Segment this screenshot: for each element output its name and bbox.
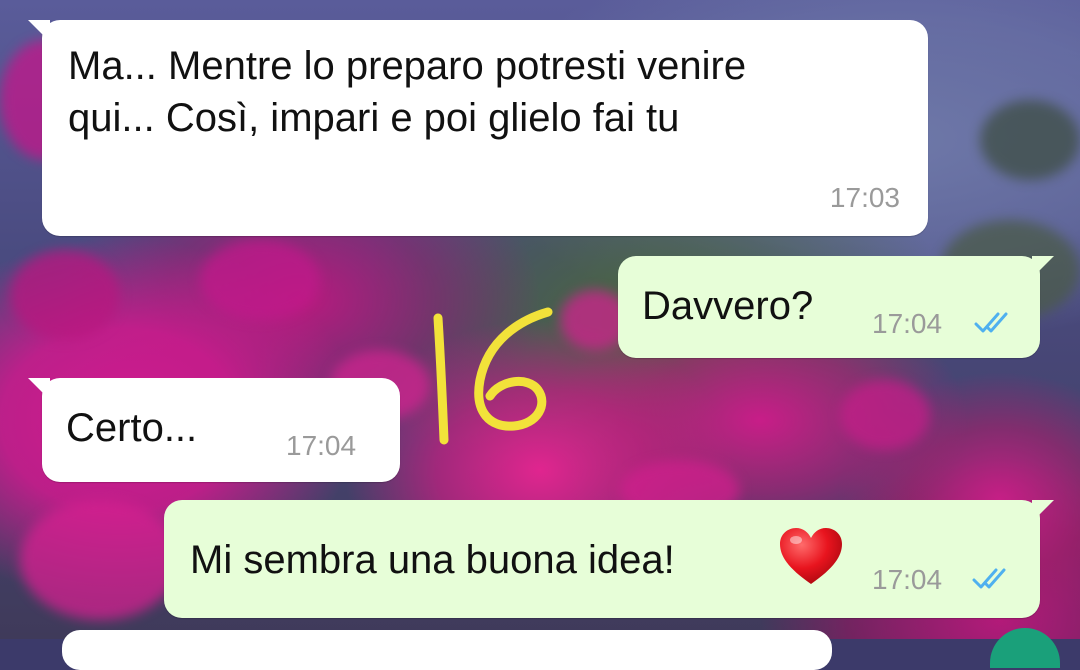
message-timestamp: 17:04	[286, 430, 357, 461]
double-check-read-icon	[972, 568, 1006, 589]
message-text: Davvero?	[642, 284, 814, 328]
message-bubble-incoming[interactable]: Ma... Mentre lo preparo potresti venire …	[28, 20, 928, 236]
heart-emoji-icon	[780, 528, 842, 584]
message-bubble-outgoing[interactable]: Mi sembra una buona idea! 17:04	[164, 500, 1054, 618]
handwritten-number-overlay	[433, 307, 553, 445]
message-text: Ma... Mentre lo preparo potresti venire …	[68, 44, 747, 140]
message-text: Certo...	[66, 406, 198, 450]
message-timestamp: 17:04	[872, 308, 943, 339]
message-bubble-outgoing[interactable]: Davvero? 17:04	[618, 256, 1054, 358]
message-bubble-partial[interactable]	[62, 630, 832, 670]
message-timestamp: 17:03	[829, 182, 900, 213]
message-bubble-incoming[interactable]: Certo... 17:04	[28, 378, 400, 482]
message-timestamp: 17:04	[872, 564, 943, 595]
double-check-read-icon	[974, 312, 1008, 333]
message-text: Mi sembra una buona idea!	[190, 538, 675, 582]
